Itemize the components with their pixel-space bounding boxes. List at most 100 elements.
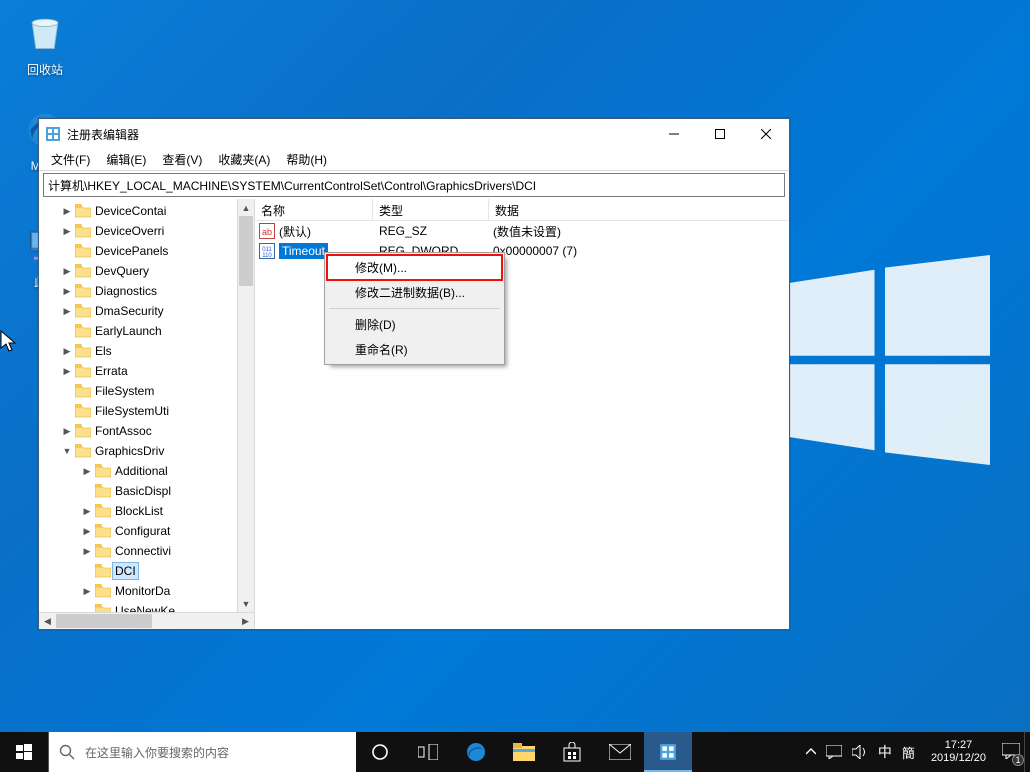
folder-icon bbox=[75, 304, 91, 318]
tree-item[interactable]: ▶ MonitorDa bbox=[39, 581, 254, 601]
scroll-up-button[interactable]: ▲ bbox=[238, 199, 254, 216]
cursor-icon bbox=[0, 330, 20, 354]
tree-twisty[interactable] bbox=[81, 485, 93, 497]
tree-item[interactable]: ▶BlockList bbox=[39, 501, 254, 521]
menu-view[interactable]: 查看(V) bbox=[154, 149, 210, 170]
tree-scrollbar-vertical[interactable]: ▲ ▼ bbox=[237, 199, 254, 612]
menu-help[interactable]: 帮助(H) bbox=[278, 149, 335, 170]
tree-twisty[interactable]: ▶ bbox=[61, 285, 73, 297]
tree-item[interactable]: EarlyLaunch bbox=[39, 321, 254, 341]
menu-file[interactable]: 文件(F) bbox=[43, 149, 98, 170]
tree-twisty[interactable]: ▶ bbox=[61, 345, 73, 357]
ime-indicator[interactable]: 中 bbox=[878, 742, 892, 762]
folder-icon bbox=[75, 444, 91, 458]
tree-item[interactable]: ▶ Configurat bbox=[39, 521, 254, 541]
context-menu: 修改(M)... 修改二进制数据(B)... 删除(D) 重命名(R) bbox=[324, 252, 505, 365]
taskbar-taskview[interactable] bbox=[404, 732, 452, 772]
tree-item[interactable]: FileSystemUti bbox=[39, 401, 254, 421]
ime-mode[interactable]: 簡 bbox=[902, 743, 915, 762]
tree-item[interactable]: ▶Additional bbox=[39, 461, 254, 481]
tree-item[interactable]: ▶Diagnostics bbox=[39, 281, 254, 301]
registry-tree[interactable]: ▶DeviceContai▶DeviceOverriDevicePanels▶D… bbox=[39, 199, 254, 612]
minimize-button[interactable] bbox=[651, 119, 697, 149]
taskbar-edge[interactable] bbox=[452, 732, 500, 772]
tree-twisty[interactable]: ▶ bbox=[61, 225, 73, 237]
tree-item[interactable]: ▶FontAssoc bbox=[39, 421, 254, 441]
taskbar-store[interactable] bbox=[548, 732, 596, 772]
show-desktop-button[interactable] bbox=[1024, 732, 1030, 772]
tree-item[interactable]: ▶Errata bbox=[39, 361, 254, 381]
tree-item[interactable]: ▶DeviceContai bbox=[39, 201, 254, 221]
tree-twisty[interactable]: ▶ bbox=[61, 425, 73, 437]
tree-twisty[interactable]: ▶ bbox=[81, 465, 93, 477]
taskbar-search[interactable]: 在这里输入你要搜索的内容 bbox=[48, 732, 356, 772]
address-bar[interactable]: 计算机\HKEY_LOCAL_MACHINE\SYSTEM\CurrentCon… bbox=[43, 173, 785, 197]
tree-item[interactable]: DevicePanels bbox=[39, 241, 254, 261]
close-button[interactable] bbox=[743, 119, 789, 149]
tree-item-label: MonitorDa bbox=[113, 583, 172, 599]
tree-twisty[interactable]: ▶ bbox=[81, 585, 93, 597]
tree-twisty[interactable] bbox=[81, 565, 93, 577]
scroll-thumb-vertical[interactable] bbox=[239, 216, 253, 286]
volume-icon[interactable] bbox=[852, 745, 868, 759]
header-type[interactable]: 类型 bbox=[373, 199, 489, 220]
tree-item[interactable]: FileSystem bbox=[39, 381, 254, 401]
tree-item[interactable]: ▶Els bbox=[39, 341, 254, 361]
notification-button[interactable]: 1 bbox=[1002, 743, 1020, 762]
tree-item[interactable]: ▶DmaSecurity bbox=[39, 301, 254, 321]
menu-item-modify[interactable]: 修改(M)... bbox=[327, 255, 502, 280]
taskbar-cortana[interactable] bbox=[356, 732, 404, 772]
list-header: 名称 类型 数据 bbox=[255, 199, 789, 221]
tree-twisty[interactable]: ▶ bbox=[81, 545, 93, 557]
header-data[interactable]: 数据 bbox=[489, 199, 789, 220]
tree-twisty[interactable] bbox=[61, 245, 73, 257]
scroll-left-button[interactable]: ◀ bbox=[39, 613, 56, 630]
tree-item[interactable]: ▼GraphicsDriv bbox=[39, 441, 254, 461]
folder-icon bbox=[75, 204, 91, 218]
tray-overflow-icon[interactable] bbox=[806, 747, 816, 757]
tree-item[interactable]: ▶DevQuery bbox=[39, 261, 254, 281]
scroll-right-button[interactable]: ▶ bbox=[237, 613, 254, 630]
tree-item[interactable]: DCI bbox=[39, 561, 254, 581]
menu-item-delete[interactable]: 删除(D) bbox=[327, 312, 502, 337]
tree-item[interactable]: BasicDispl bbox=[39, 481, 254, 501]
window-title: 注册表编辑器 bbox=[67, 126, 651, 143]
titlebar[interactable]: 注册表编辑器 bbox=[39, 119, 789, 149]
maximize-button[interactable] bbox=[697, 119, 743, 149]
taskbar-file-explorer[interactable] bbox=[500, 732, 548, 772]
tree-item[interactable]: ▶ Connectivi bbox=[39, 541, 254, 561]
folder-icon bbox=[75, 364, 91, 378]
menu-item-modify-binary[interactable]: 修改二进制数据(B)... bbox=[327, 280, 502, 305]
tree-twisty[interactable] bbox=[61, 325, 73, 337]
desktop-icon-recycle-bin[interactable]: 回收站 bbox=[8, 10, 82, 78]
tree-twisty[interactable] bbox=[81, 605, 93, 612]
menu-edit[interactable]: 编辑(E) bbox=[98, 149, 154, 170]
scroll-thumb-horizontal[interactable] bbox=[56, 614, 152, 628]
tree-twisty[interactable]: ▶ bbox=[81, 525, 93, 537]
tree-twisty[interactable]: ▼ bbox=[61, 445, 73, 457]
menu-item-rename[interactable]: 重命名(R) bbox=[327, 337, 502, 362]
tree-twisty[interactable]: ▶ bbox=[61, 205, 73, 217]
tree-twisty[interactable]: ▶ bbox=[61, 365, 73, 377]
menu-separator bbox=[329, 308, 500, 309]
list-row[interactable]: ab(默认)REG_SZ(数值未设置) bbox=[255, 221, 789, 241]
scroll-down-button[interactable]: ▼ bbox=[238, 595, 254, 612]
tree-item-label: Connectivi bbox=[113, 543, 173, 559]
tree-item[interactable]: ▶DeviceOverri bbox=[39, 221, 254, 241]
tree-item[interactable]: UseNewKe bbox=[39, 601, 254, 612]
taskbar-mail[interactable] bbox=[596, 732, 644, 772]
menu-favorites[interactable]: 收藏夹(A) bbox=[210, 149, 278, 170]
tree-twisty[interactable] bbox=[61, 385, 73, 397]
tree-twisty[interactable] bbox=[61, 405, 73, 417]
tree-item-label: Configurat bbox=[113, 523, 172, 539]
tree-twisty[interactable]: ▶ bbox=[81, 505, 93, 517]
tree-twisty[interactable]: ▶ bbox=[61, 305, 73, 317]
start-button[interactable] bbox=[0, 732, 48, 772]
clock[interactable]: 17:27 2019/12/20 bbox=[925, 739, 992, 765]
folder-icon bbox=[75, 344, 91, 358]
header-name[interactable]: 名称 bbox=[255, 199, 373, 220]
action-center-icon[interactable] bbox=[826, 745, 842, 759]
tree-scrollbar-horizontal[interactable]: ◀ ▶ bbox=[39, 612, 254, 629]
tree-twisty[interactable]: ▶ bbox=[61, 265, 73, 277]
taskbar-regedit[interactable] bbox=[644, 732, 692, 772]
